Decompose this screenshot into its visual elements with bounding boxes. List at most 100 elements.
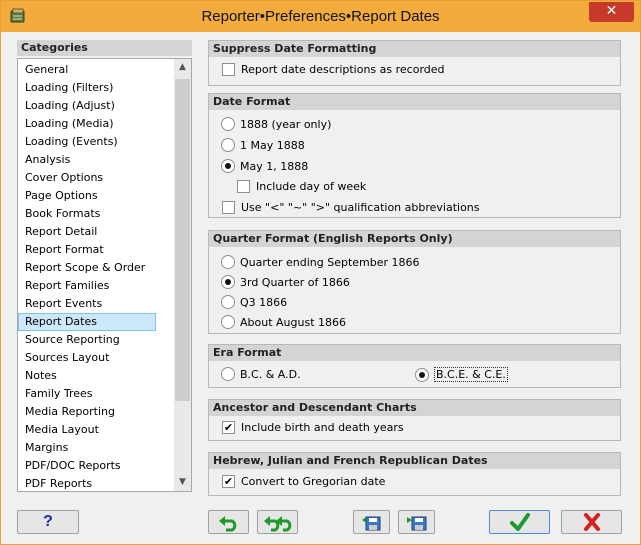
undo-arrow-icon — [218, 516, 236, 532]
include-birth-death-checkbox[interactable]: ✔ Include birth and death years — [222, 421, 404, 434]
radio-label: B.C.E. & C.E. — [434, 367, 508, 382]
radio-circle — [221, 367, 235, 381]
checkmark-icon — [509, 513, 530, 531]
radio-circle — [221, 295, 235, 309]
radio-label: B.C. & A.D. — [240, 367, 301, 381]
qualification-abbrev-checkbox[interactable]: Use "<" "~" ">" qualification abbreviati… — [222, 201, 480, 214]
title-bar[interactable]: Reporter•Preferences•Report Dates ✕ — [1, 1, 640, 32]
category-item[interactable]: Book Formats — [18, 205, 174, 223]
cancel-x-icon — [583, 513, 600, 531]
convert-gregorian-checkbox[interactable]: ✔ Convert to Gregorian date — [222, 475, 385, 488]
radio-label: About August 1866 — [240, 315, 347, 329]
radio-circle — [221, 275, 235, 289]
category-item[interactable]: Family Trees — [18, 385, 174, 403]
dialog-body: Categories General Loading (Filters) Loadi… — [8, 32, 633, 538]
hebrew-dates-group: Hebrew, Julian and French Republican Dat… — [208, 452, 621, 496]
radio-label: Q3 1866 — [240, 295, 288, 309]
category-item[interactable]: Loading (Filters) — [18, 79, 174, 97]
window-title: Reporter•Preferences•Report Dates — [201, 8, 440, 25]
category-item[interactable]: PDF Reports — [18, 475, 174, 491]
radio-circle — [415, 367, 429, 382]
checkbox-box: ✔ — [222, 475, 235, 488]
checkbox-label: Convert to Gregorian date — [241, 475, 386, 488]
category-item[interactable]: Sources Layout — [18, 349, 174, 367]
checkbox-label: Report date descriptions as recorded — [241, 63, 445, 76]
checkbox-box — [237, 180, 250, 193]
save-disk-icon — [361, 516, 380, 531]
checkbox-label: Include birth and death years — [241, 421, 404, 434]
category-item[interactable]: Media Layout — [18, 421, 174, 439]
scroll-up-icon[interactable]: ▲ — [174, 59, 191, 76]
category-item[interactable]: Analysis — [18, 151, 174, 169]
checkbox-box: ✔ — [222, 421, 235, 434]
load-button[interactable] — [398, 510, 435, 534]
radio-circle — [221, 315, 235, 329]
era-format-header: Era Format — [209, 345, 620, 361]
undo-all-arrows-icon — [263, 516, 291, 532]
radio-circle — [221, 255, 235, 269]
categories-panel: Categories General Loading (Filters) Loadi… — [17, 40, 192, 494]
preferences-window: Reporter•Preferences•Report Dates ✕ Cate… — [0, 0, 641, 545]
categories-scrollbar[interactable]: ▲ ▼ — [174, 59, 191, 491]
category-item[interactable]: Report Dates — [18, 313, 156, 331]
charts-group: Ancestor and Descendant Charts ✔ Include… — [208, 399, 621, 441]
checkbox-label: Use "<" "~" ">" qualification abbreviati… — [241, 201, 480, 214]
save-button[interactable] — [353, 510, 390, 534]
radio-label: May 1, 1888 — [240, 159, 309, 173]
report-as-recorded-checkbox[interactable]: Report date descriptions as recorded — [222, 63, 445, 76]
quarter-radio-2[interactable]: Q3 1866 — [221, 295, 287, 309]
radio-label: 1888 (year only) — [240, 117, 332, 131]
suppress-group: Suppress Date Formatting Report date des… — [208, 40, 621, 86]
radio-circle — [221, 159, 235, 173]
category-item[interactable]: General — [18, 61, 174, 79]
category-item[interactable]: Margins — [18, 439, 174, 457]
undo-button[interactable] — [208, 510, 249, 534]
radio-circle — [221, 117, 235, 131]
close-button[interactable]: ✕ — [589, 2, 634, 22]
checkbox-label: Include day of week — [256, 180, 367, 193]
radio-label: 1 May 1888 — [240, 138, 305, 152]
category-item[interactable]: Loading (Adjust) — [18, 97, 174, 115]
suppress-header: Suppress Date Formatting — [209, 41, 620, 57]
category-item[interactable]: Loading (Media) — [18, 115, 174, 133]
ok-button[interactable] — [489, 510, 550, 534]
categories-list[interactable]: General Loading (Filters) Loading (Adjust)… — [17, 58, 192, 492]
date-format-header: Date Format — [209, 94, 620, 110]
era-format-group: Era Format B.C. & A.D. B.C.E. & C.E. — [208, 344, 621, 388]
quarter-radio-1[interactable]: 3rd Quarter of 1866 — [221, 275, 350, 289]
date-format-radio-1[interactable]: 1 May 1888 — [221, 138, 305, 152]
category-item[interactable]: Report Events — [18, 295, 174, 313]
categories-header: Categories — [17, 40, 192, 56]
category-item[interactable]: PDF/DOC Reports — [18, 457, 174, 475]
era-radio-bce-ce[interactable]: B.C.E. & C.E. — [415, 367, 508, 382]
date-format-radio-0[interactable]: 1888 (year only) — [221, 117, 331, 131]
category-item[interactable]: Report Detail — [18, 223, 174, 241]
include-day-of-week-checkbox[interactable]: Include day of week — [237, 180, 366, 193]
date-format-group: Date Format 1888 (year only) 1 May 1888 … — [208, 93, 621, 218]
category-item[interactable]: Loading (Events) — [18, 133, 174, 151]
radio-label: 3rd Quarter of 1866 — [240, 275, 350, 289]
quarter-radio-3[interactable]: About August 1866 — [221, 315, 346, 329]
radio-circle — [221, 138, 235, 152]
category-item[interactable]: Report Families — [18, 277, 174, 295]
help-label: ? — [43, 513, 53, 530]
scroll-down-icon[interactable]: ▼ — [174, 474, 191, 491]
quarter-radio-0[interactable]: Quarter ending September 1866 — [221, 255, 420, 269]
category-item[interactable]: Report Format — [18, 241, 174, 259]
undo-all-button[interactable] — [257, 510, 298, 534]
hebrew-dates-header: Hebrew, Julian and French Republican Dat… — [209, 453, 620, 469]
category-item[interactable]: Cover Options — [18, 169, 174, 187]
category-item[interactable]: Source Reporting — [18, 331, 174, 349]
categories-items: General Loading (Filters) Loading (Adjust)… — [18, 61, 174, 491]
quarter-format-header: Quarter Format (English Reports Only) — [209, 231, 620, 247]
category-item[interactable]: Media Reporting — [18, 403, 174, 421]
help-button[interactable]: ? — [17, 510, 79, 534]
date-format-radio-2[interactable]: May 1, 1888 — [221, 159, 308, 173]
era-radio-bc-ad[interactable]: B.C. & A.D. — [221, 367, 301, 381]
scroll-thumb[interactable] — [175, 79, 190, 401]
category-item[interactable]: Report Scope & Order — [18, 259, 174, 277]
category-item[interactable]: Page Options — [18, 187, 174, 205]
category-item[interactable]: Notes — [18, 367, 174, 385]
load-disk-icon — [406, 516, 426, 531]
cancel-button[interactable] — [561, 510, 622, 534]
